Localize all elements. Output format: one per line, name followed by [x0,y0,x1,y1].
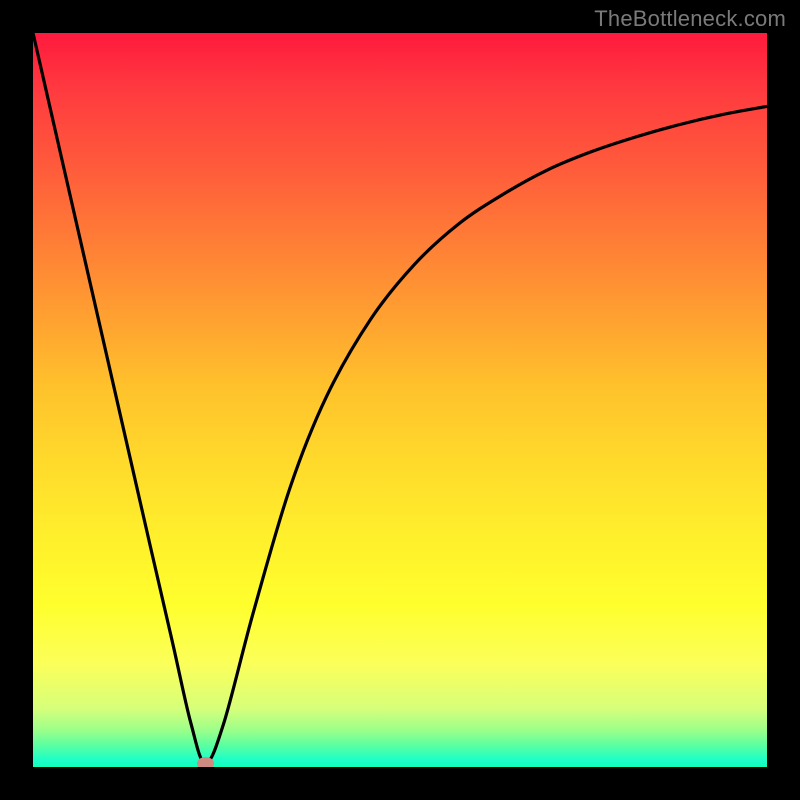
bottleneck-curve [33,33,767,767]
chart-frame: TheBottleneck.com [0,0,800,800]
optimal-point-marker [197,757,214,767]
plot-area [33,33,767,767]
watermark-text: TheBottleneck.com [594,6,786,32]
